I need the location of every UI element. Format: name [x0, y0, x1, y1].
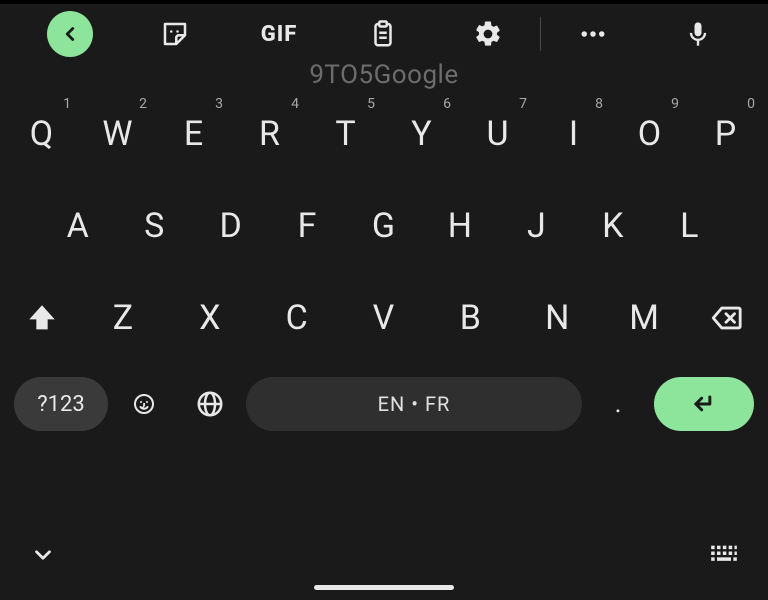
key-row-3: Z X C V B N M	[4, 272, 764, 364]
language-key[interactable]	[180, 389, 240, 419]
key-d[interactable]: D	[193, 180, 269, 272]
gif-icon: GIF	[261, 22, 298, 47]
key-u[interactable]: U7	[460, 88, 536, 180]
key-j[interactable]: J	[499, 180, 575, 272]
key-h[interactable]: H	[422, 180, 498, 272]
toolbar: GIF	[0, 4, 768, 64]
key-g[interactable]: G	[346, 180, 422, 272]
key-s[interactable]: S	[116, 180, 192, 272]
key-t[interactable]: T5	[308, 88, 384, 180]
period-key[interactable]: .	[588, 389, 648, 419]
comma-label: ,	[142, 386, 146, 410]
key-c[interactable]: C	[254, 298, 341, 338]
key-e[interactable]: E3	[156, 88, 232, 180]
key-k[interactable]: K	[575, 180, 651, 272]
more-horizontal-icon	[576, 19, 610, 49]
globe-icon	[195, 389, 225, 419]
key-row-2: A S D F G H J K L	[4, 180, 764, 272]
chevron-down-icon	[30, 542, 56, 568]
key-v[interactable]: V	[341, 298, 428, 338]
settings-button[interactable]	[436, 19, 540, 49]
collapse-keyboard-button[interactable]	[30, 542, 56, 572]
keyboard: Q1 W2 E3 R4 T5 Y6 U7 I8 O9 P0 A S D F G …	[0, 64, 768, 520]
key-m[interactable]: M	[601, 298, 688, 338]
key-row-4: ?123 , EN • FR .	[4, 364, 764, 444]
shift-key[interactable]	[4, 301, 80, 335]
more-button[interactable]	[541, 19, 645, 49]
backspace-key[interactable]	[688, 301, 764, 335]
back-button[interactable]	[47, 11, 93, 57]
emoji-key[interactable]: ,	[114, 392, 174, 416]
key-z[interactable]: Z	[80, 298, 167, 338]
gesture-pill[interactable]	[314, 585, 454, 590]
key-l[interactable]: L	[652, 180, 728, 272]
toolbar-slot-back	[18, 11, 122, 57]
key-y[interactable]: Y6	[384, 88, 460, 180]
clipboard-icon	[368, 19, 398, 49]
key-r[interactable]: R4	[232, 88, 308, 180]
space-key[interactable]: EN • FR	[246, 377, 582, 431]
clipboard-button[interactable]	[331, 19, 435, 49]
key-p[interactable]: P0	[688, 88, 764, 180]
key-o[interactable]: O9	[612, 88, 688, 180]
key-n[interactable]: N	[514, 298, 601, 338]
mic-icon	[684, 20, 712, 48]
shift-icon	[25, 301, 59, 335]
key-f[interactable]: F	[269, 180, 345, 272]
key-i[interactable]: I8	[536, 88, 612, 180]
symbols-key[interactable]: ?123	[14, 377, 108, 431]
key-w[interactable]: W2	[80, 88, 156, 180]
gif-button[interactable]: GIF	[227, 22, 331, 47]
voice-input-button[interactable]	[646, 20, 750, 48]
sticker-button[interactable]	[122, 19, 226, 49]
gear-icon	[473, 19, 503, 49]
sticker-icon	[160, 19, 190, 49]
enter-icon	[687, 390, 721, 418]
key-row-1: Q1 W2 E3 R4 T5 Y6 U7 I8 O9 P0	[4, 88, 764, 180]
enter-key[interactable]	[654, 377, 754, 431]
chevron-left-icon	[59, 23, 81, 45]
keyboard-mode-button[interactable]	[710, 544, 738, 570]
backspace-icon	[707, 301, 745, 335]
nav-bar	[0, 520, 768, 600]
keyboard-icon	[710, 544, 738, 566]
key-x[interactable]: X	[167, 298, 254, 338]
key-q[interactable]: Q1	[4, 88, 80, 180]
key-b[interactable]: B	[427, 298, 514, 338]
key-a[interactable]: A	[40, 180, 116, 272]
